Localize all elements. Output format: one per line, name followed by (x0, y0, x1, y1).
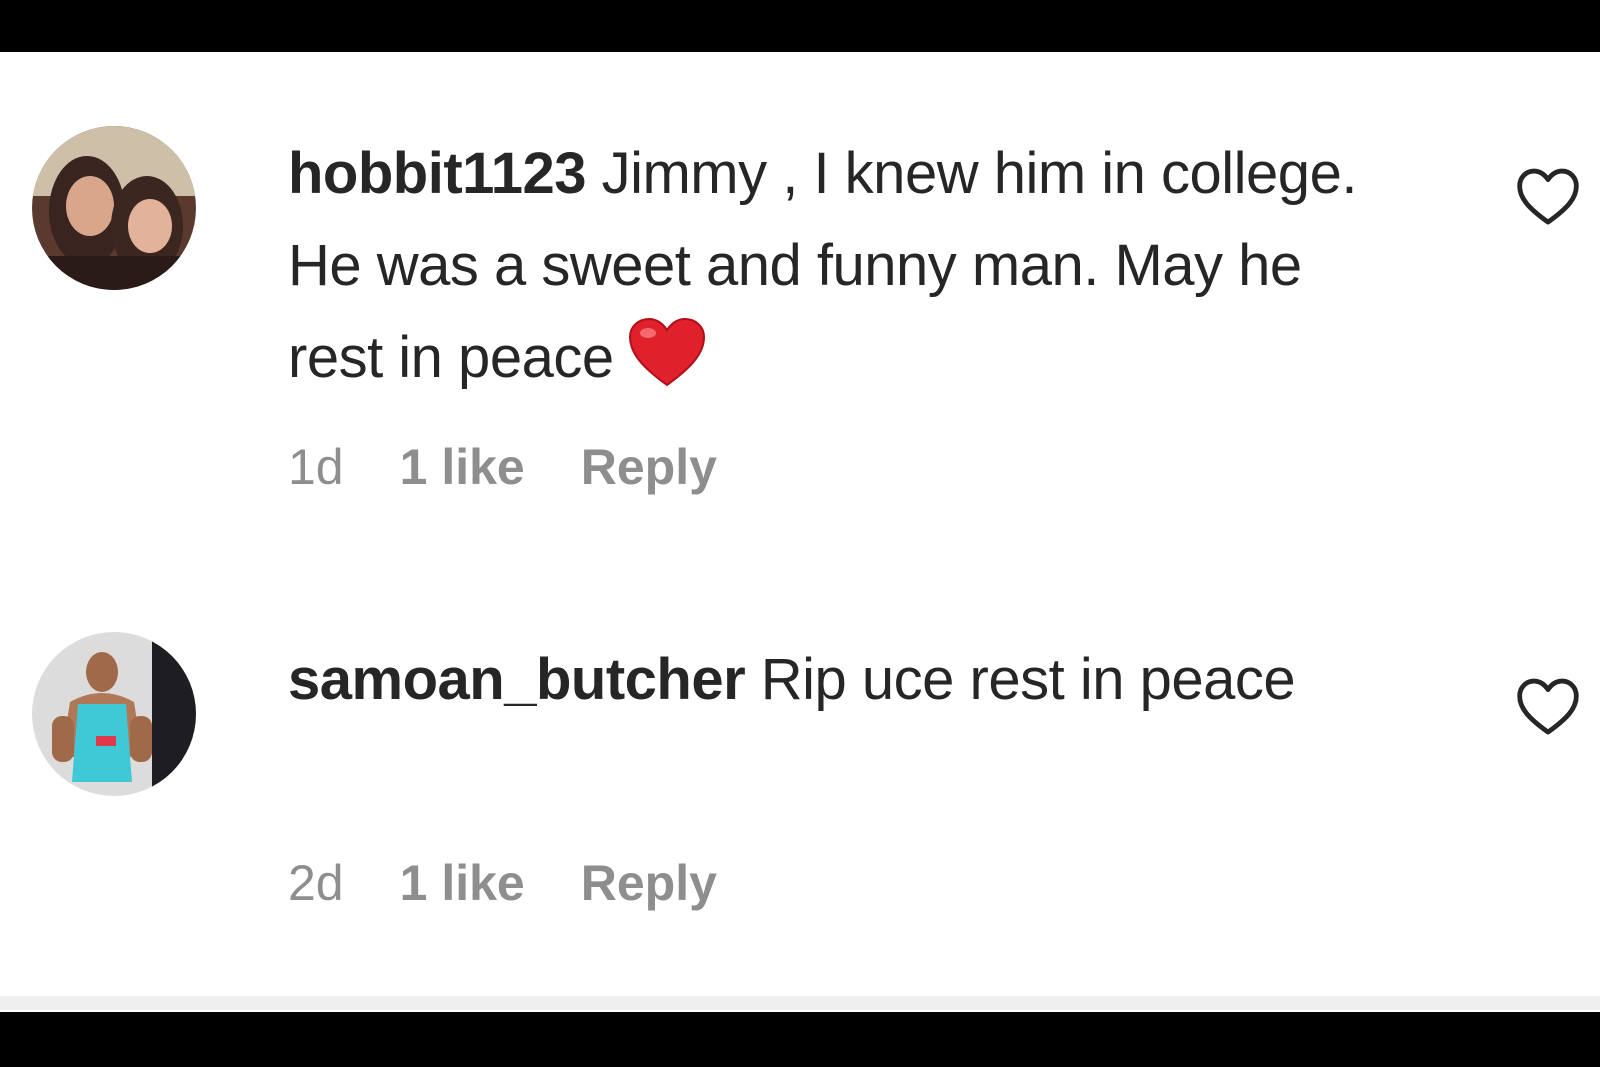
comment-text: hobbit1123 Jimmy , I knew him in college… (288, 128, 1398, 414)
reply-button[interactable]: Reply (581, 438, 717, 496)
bottom-black-bar (0, 1012, 1600, 1067)
comment-meta: 2d 1 like Reply (288, 854, 717, 912)
reply-button[interactable]: Reply (581, 854, 717, 912)
comments-panel: hobbit1123 Jimmy , I knew him in college… (0, 52, 1600, 1012)
comment-text: samoan_butcher Rip uce rest in peace (288, 634, 1398, 726)
heart-outline-icon[interactable] (1514, 674, 1582, 742)
comment-time[interactable]: 2d (288, 854, 344, 912)
red-heart-emoji-icon (628, 317, 706, 414)
comment-body: Rip uce rest in peace (745, 647, 1296, 712)
avatar[interactable] (32, 632, 196, 796)
panel-bottom-divider (0, 996, 1600, 1010)
avatar[interactable] (32, 126, 196, 290)
comment-like-count[interactable]: 1 like (400, 438, 525, 496)
heart-outline-icon[interactable] (1514, 164, 1582, 232)
comment-username[interactable]: hobbit1123 (288, 141, 586, 206)
comment-meta: 1d 1 like Reply (288, 438, 717, 496)
comment-like-count[interactable]: 1 like (400, 854, 525, 912)
comment-username[interactable]: samoan_butcher (288, 647, 746, 712)
comment-time[interactable]: 1d (288, 438, 344, 496)
top-black-bar (0, 0, 1600, 52)
